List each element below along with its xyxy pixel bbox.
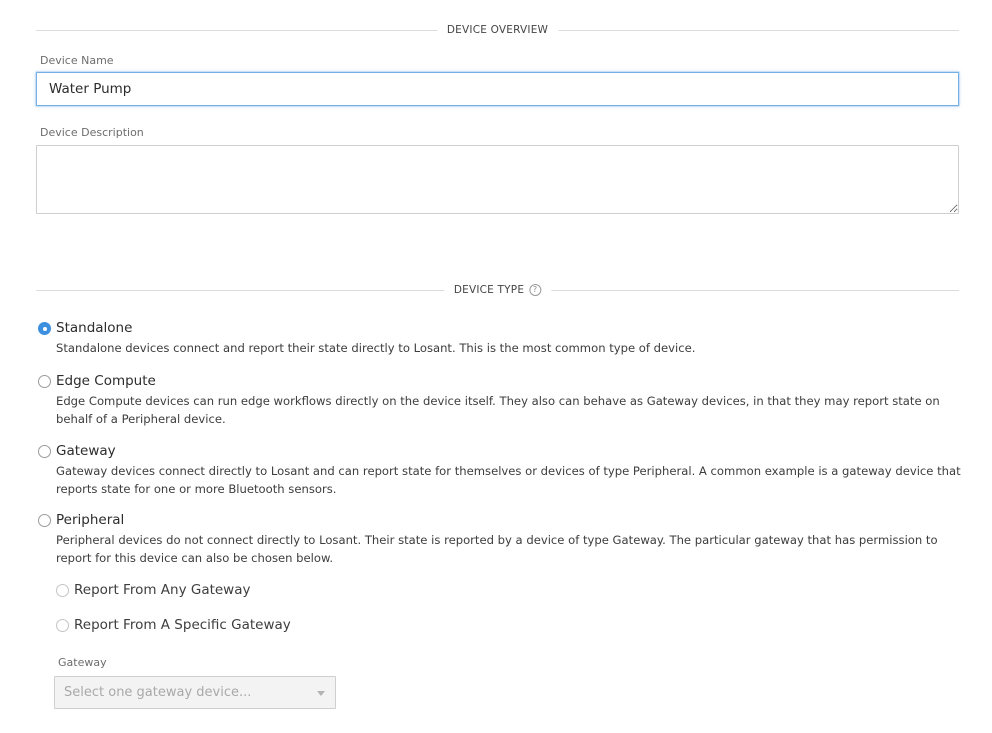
radio-standalone[interactable] <box>38 322 51 335</box>
device-description-textarea[interactable] <box>36 145 959 214</box>
option-title: Gateway <box>56 443 116 459</box>
radio-edge-compute[interactable] <box>38 375 51 388</box>
option-description: Standalone devices connect and report th… <box>56 341 696 355</box>
device-type-header: DEVICE TYPE ? <box>443 282 552 298</box>
gateway-label: Gateway <box>58 656 107 669</box>
device-overview-divider: DEVICE OVERVIEW <box>36 22 959 38</box>
help-icon[interactable]: ? <box>529 284 542 296</box>
option-title: Edge Compute <box>56 373 156 389</box>
device-name-input[interactable] <box>36 72 959 106</box>
device-type-divider: DEVICE TYPE ? <box>36 282 959 298</box>
option-description: Edge Compute devices can run edge workfl… <box>56 394 940 426</box>
device-overview-header: DEVICE OVERVIEW <box>436 22 559 38</box>
gateway-select-placeholder: Select one gateway device... <box>64 685 252 700</box>
option-title: Report From Any Gateway <box>74 582 251 598</box>
option-description: Peripheral devices do not connect direct… <box>56 533 938 565</box>
option-title: Peripheral <box>56 512 125 528</box>
device-description-label: Device Description <box>40 126 144 139</box>
option-title: Report From A Specific Gateway <box>74 617 291 633</box>
option-description: Gateway devices connect directly to Losa… <box>56 464 961 496</box>
radio-peripheral[interactable] <box>38 514 51 527</box>
chevron-down-icon <box>317 691 325 696</box>
device-type-header-text: DEVICE TYPE <box>453 284 525 296</box>
radio-any-gateway[interactable] <box>56 584 69 597</box>
radio-specific-gateway[interactable] <box>56 619 69 632</box>
option-title: Standalone <box>56 320 133 336</box>
radio-gateway[interactable] <box>38 445 51 458</box>
device-name-label: Device Name <box>40 54 114 67</box>
gateway-select[interactable]: Select one gateway device... <box>54 676 336 709</box>
